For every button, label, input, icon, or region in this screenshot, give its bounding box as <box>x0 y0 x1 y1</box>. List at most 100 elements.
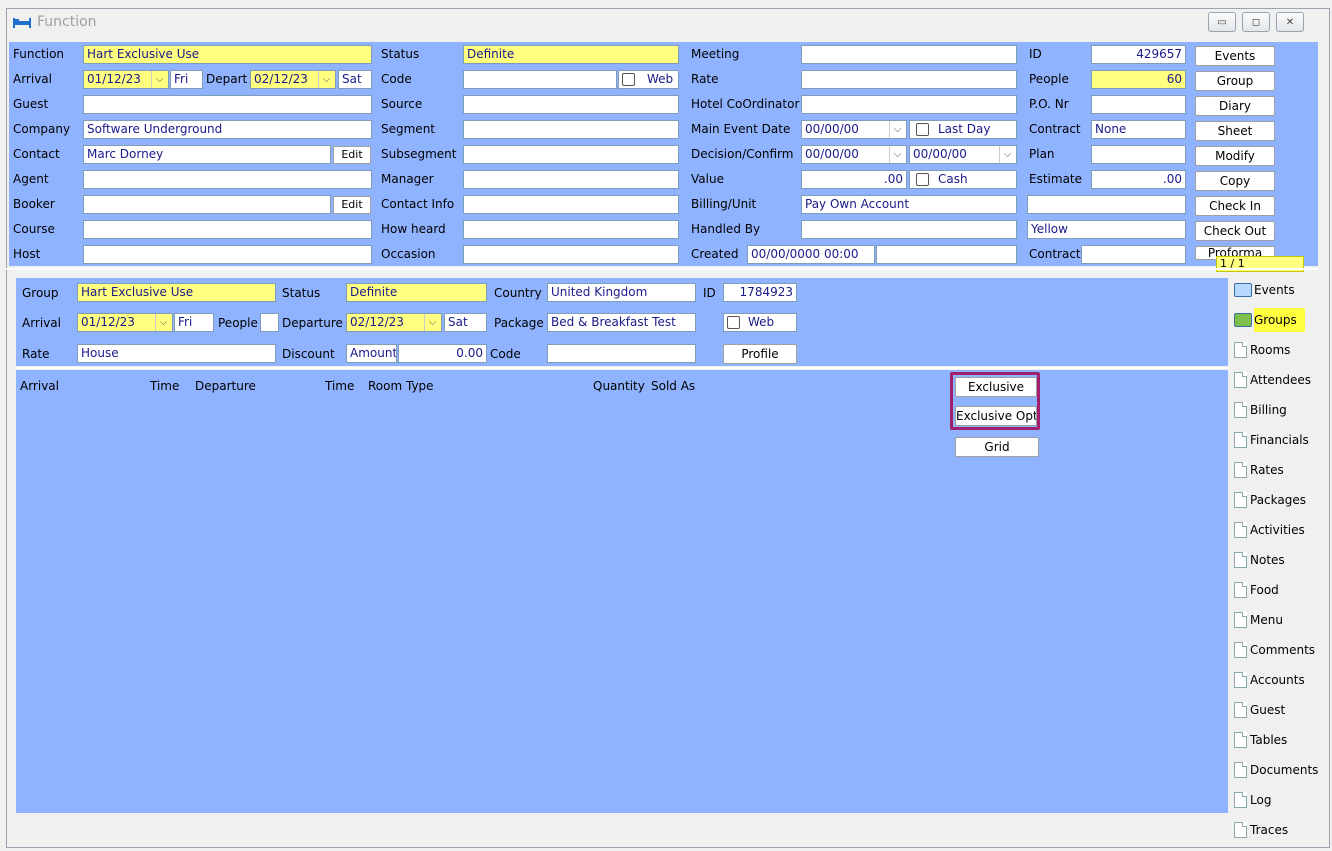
sidebar-item-food[interactable]: Food <box>1234 578 1324 602</box>
sheet-button[interactable]: Sheet <box>1195 121 1275 141</box>
status-label: Status <box>381 47 420 61</box>
chevron-down-icon[interactable]: ⌵ <box>155 314 171 331</box>
web-checkbox[interactable] <box>622 73 635 86</box>
segment-input[interactable] <box>463 120 679 139</box>
group-label: Group <box>22 286 59 300</box>
check-in-button[interactable]: Check In <box>1195 196 1275 216</box>
code-input[interactable] <box>463 70 617 89</box>
chevron-down-icon[interactable]: ⌵ <box>889 121 905 138</box>
color-input[interactable]: Yellow <box>1027 220 1186 239</box>
chevron-down-icon[interactable]: ⌵ <box>424 314 440 331</box>
title-bar: Function ▭ ◻ ✕ <box>7 9 1329 37</box>
chat-icon <box>1234 313 1252 327</box>
close-button[interactable]: ✕ <box>1276 12 1304 32</box>
minimize-button[interactable]: ▭ <box>1208 12 1236 32</box>
subsegment-input[interactable] <box>463 145 679 164</box>
cash-field[interactable]: Cash <box>909 170 1017 189</box>
group-input[interactable]: Hart Exclusive Use <box>77 283 276 302</box>
discount-input[interactable]: 0.00 <box>398 344 487 363</box>
guest-input[interactable] <box>83 95 372 114</box>
group-web-checkbox[interactable] <box>727 316 740 329</box>
value-input[interactable]: .00 <box>801 170 907 189</box>
sidebar-item-billing[interactable]: Billing <box>1234 398 1324 422</box>
host-input[interactable] <box>83 245 372 264</box>
web-checkbox-field[interactable]: Web <box>618 70 679 89</box>
company-input[interactable]: Software Underground <box>83 120 372 139</box>
sidebar-item-attendees[interactable]: Attendees <box>1234 368 1324 392</box>
main-event-date-label: Main Event Date <box>691 122 791 136</box>
sidebar-item-accounts[interactable]: Accounts <box>1234 668 1324 692</box>
cash-checkbox[interactable] <box>916 173 929 186</box>
sidebar-item-rooms[interactable]: Rooms <box>1234 338 1324 362</box>
sidebar-item-guest[interactable]: Guest <box>1234 698 1324 722</box>
group-code-input[interactable] <box>547 344 696 363</box>
group-people-input[interactable] <box>260 313 279 332</box>
contract2-input[interactable] <box>1081 245 1186 264</box>
col-time: Time <box>325 379 355 393</box>
handled-by-input[interactable] <box>801 220 1017 239</box>
sidebar-item-menu[interactable]: Menu <box>1234 608 1324 632</box>
sidebar-item-activities[interactable]: Activities <box>1234 518 1324 542</box>
sidebar-item-notes[interactable]: Notes <box>1234 548 1324 572</box>
last-day-checkbox[interactable] <box>916 123 929 136</box>
contact-input[interactable]: Marc Dorney <box>83 145 331 164</box>
contact-info-input[interactable] <box>463 195 679 214</box>
meeting-input[interactable] <box>801 45 1017 64</box>
occasion-input[interactable] <box>463 245 679 264</box>
plan-input[interactable] <box>1091 145 1186 164</box>
chevron-down-icon[interactable]: ⌵ <box>318 71 334 88</box>
estimate-input[interactable]: .00 <box>1091 170 1186 189</box>
booker-edit-button[interactable]: Edit <box>333 196 371 214</box>
agent-input[interactable] <box>83 170 372 189</box>
discount-label: Discount <box>282 347 335 361</box>
last-day-field[interactable]: Last Day <box>909 120 1017 139</box>
group-button[interactable]: Group <box>1195 71 1275 91</box>
sidebar-item-packages[interactable]: Packages <box>1234 488 1324 512</box>
sidebar-item-rates[interactable]: Rates <box>1234 458 1324 482</box>
sidebar-item-financials[interactable]: Financials <box>1234 428 1324 452</box>
discount-type[interactable]: Amount <box>346 344 397 363</box>
sidebar-item-comments[interactable]: Comments <box>1234 638 1324 662</box>
extra-input[interactable] <box>1027 195 1186 214</box>
function-input[interactable]: Hart Exclusive Use <box>83 45 372 64</box>
group-status-input[interactable]: Definite <box>346 283 487 302</box>
group-rate-input[interactable]: House <box>77 344 276 363</box>
chevron-down-icon[interactable]: ⌵ <box>151 71 167 88</box>
contact-edit-button[interactable]: Edit <box>333 146 371 164</box>
events-button[interactable]: Events <box>1195 46 1275 66</box>
contract-input[interactable]: None <box>1091 120 1186 139</box>
sidebar-item-log[interactable]: Log <box>1234 788 1324 812</box>
group-web-field[interactable]: Web <box>723 313 797 332</box>
people-input[interactable]: 60 <box>1091 70 1186 89</box>
source-input[interactable] <box>463 95 679 114</box>
sidebar-item-traces[interactable]: Traces <box>1234 818 1324 842</box>
course-input[interactable] <box>83 220 372 239</box>
divider <box>16 367 1228 369</box>
copy-button[interactable]: Copy <box>1195 171 1275 191</box>
handled-by-label: Handled By <box>691 222 761 236</box>
chevron-down-icon[interactable]: ⌵ <box>889 146 905 163</box>
sidebar-item-documents[interactable]: Documents <box>1234 758 1324 782</box>
how-heard-input[interactable] <box>463 220 679 239</box>
check-out-button[interactable]: Check Out <box>1195 221 1275 241</box>
sidebar-item-tables[interactable]: Tables <box>1234 728 1324 752</box>
booker-input[interactable] <box>83 195 331 214</box>
sidebar-item-groups[interactable]: Groups <box>1234 308 1324 332</box>
restore-button[interactable]: ◻ <box>1242 12 1270 32</box>
rate-input[interactable] <box>801 70 1017 89</box>
hotel-coordinator-label: Hotel CoOrdinator <box>691 97 800 111</box>
package-input[interactable]: Bed & Breakfast Test <box>547 313 696 332</box>
manager-input[interactable] <box>463 170 679 189</box>
grid-button[interactable]: Grid <box>955 437 1039 457</box>
po-input[interactable] <box>1091 95 1186 114</box>
chevron-down-icon[interactable]: ⌵ <box>999 146 1015 163</box>
hotel-coordinator-input[interactable] <box>801 95 1017 114</box>
sidebar-item-events[interactable]: Events <box>1234 278 1324 302</box>
country-input[interactable]: United Kingdom <box>547 283 696 302</box>
billing-input[interactable]: Pay Own Account <box>801 195 1017 214</box>
diary-button[interactable]: Diary <box>1195 96 1275 116</box>
modify-button[interactable]: Modify <box>1195 146 1275 166</box>
billing-label: Billing/Unit <box>691 197 757 211</box>
profile-button[interactable]: Profile <box>723 344 797 364</box>
status-input[interactable]: Definite <box>463 45 679 64</box>
